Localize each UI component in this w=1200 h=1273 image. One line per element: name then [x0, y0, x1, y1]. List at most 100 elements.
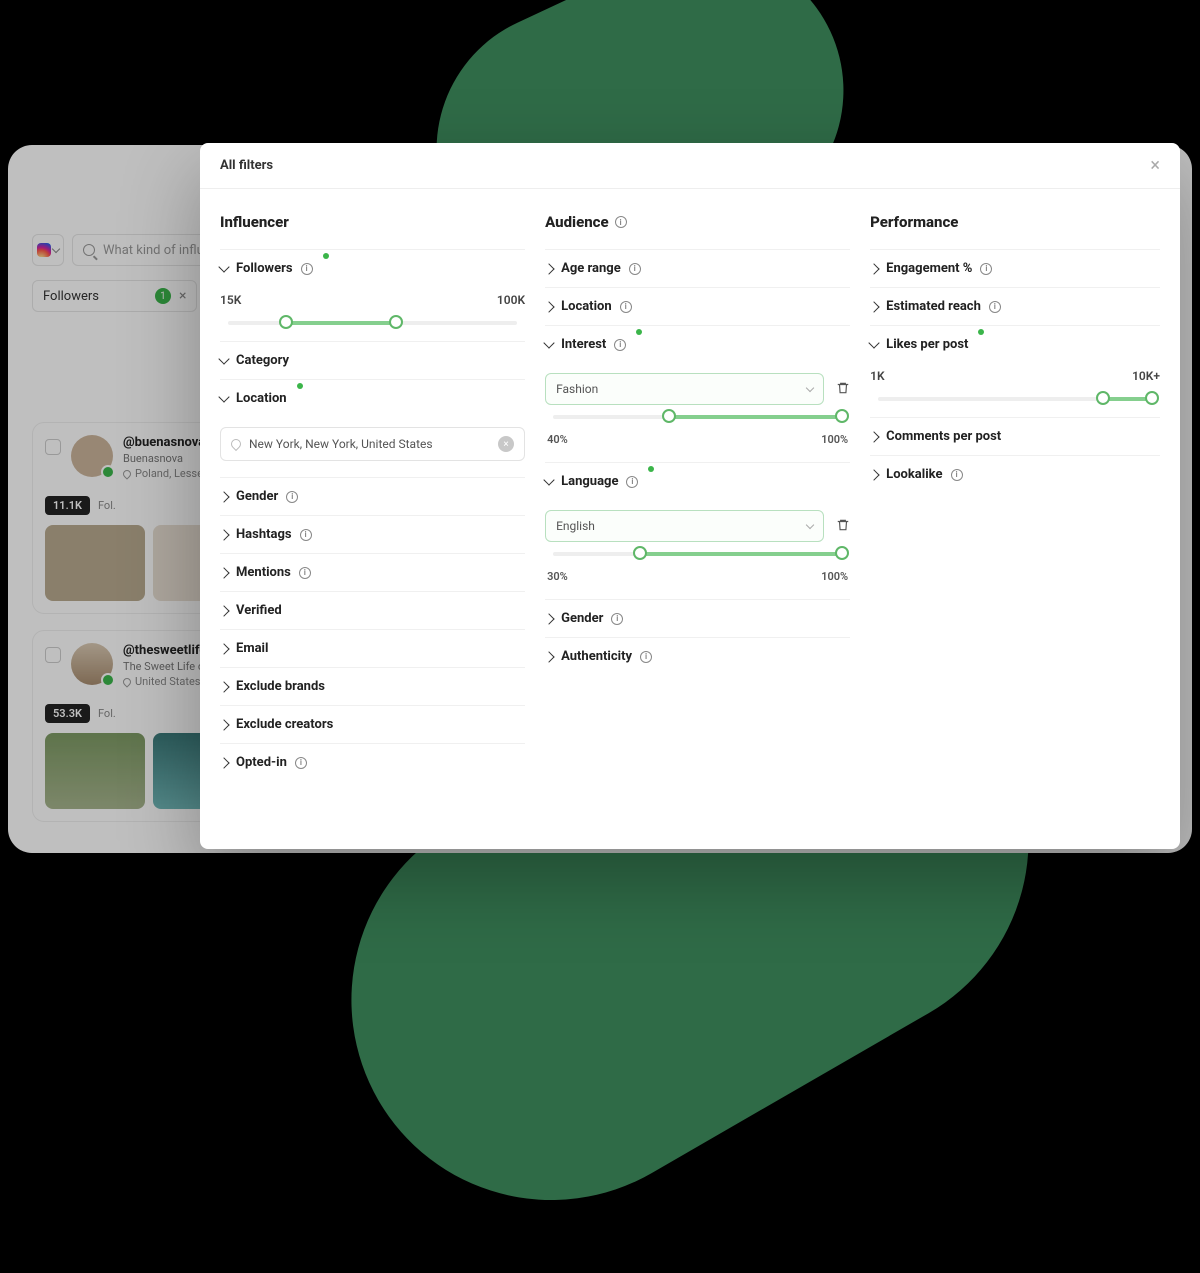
active-indicator [297, 383, 303, 389]
chevron-right-icon [218, 567, 229, 578]
verified-badge-icon [101, 673, 115, 687]
slider-handle-max[interactable] [835, 409, 849, 423]
filter-exclude-brands[interactable]: Exclude brands [220, 667, 525, 705]
chevron-right-icon [868, 469, 879, 480]
filter-followers[interactable]: Followers i [220, 249, 525, 287]
chip-label: Followers [43, 289, 99, 304]
slider-handle-min[interactable] [662, 409, 676, 423]
slider-handle-min[interactable] [279, 315, 293, 329]
filter-email[interactable]: Email [220, 629, 525, 667]
select-checkbox[interactable] [45, 647, 61, 663]
audience-column: Audience i Age range i Location i Intere… [545, 213, 850, 781]
platform-select[interactable] [32, 234, 64, 266]
close-icon[interactable]: × [179, 288, 186, 304]
pct-min: 40% [547, 433, 568, 446]
info-icon[interactable]: i [301, 263, 313, 275]
avatar [71, 643, 113, 685]
filter-category[interactable]: Category [220, 341, 525, 379]
filter-mentions[interactable]: Mentions i [220, 553, 525, 591]
chevron-right-icon [218, 643, 229, 654]
info-icon[interactable]: i [620, 301, 632, 313]
info-icon[interactable]: i [980, 263, 992, 275]
info-icon[interactable]: i [614, 339, 626, 351]
info-icon[interactable]: i [626, 476, 638, 488]
location-input[interactable]: New York, New York, United States × [220, 427, 525, 461]
filter-age-range[interactable]: Age range i [545, 249, 850, 287]
info-icon[interactable]: i [286, 491, 298, 503]
filter-authenticity[interactable]: Authenticity i [545, 637, 850, 675]
chevron-right-icon [218, 605, 229, 616]
pin-icon [229, 437, 243, 451]
chevron-down-icon [806, 384, 814, 392]
filter-language[interactable]: Language i [545, 462, 850, 500]
search-icon [83, 244, 95, 256]
influencer-column: Influencer Followers i 15K 100K [220, 213, 525, 781]
interest-select[interactable]: Fashion [545, 373, 824, 405]
chevron-right-icon [543, 613, 554, 624]
slider-handle-min[interactable] [633, 546, 647, 560]
language-select[interactable]: English [545, 510, 824, 542]
chevron-right-icon [868, 263, 879, 274]
filter-reach[interactable]: Estimated reach i [870, 287, 1160, 325]
chevron-right-icon [218, 757, 229, 768]
filter-chip-followers[interactable]: Followers 1 × [32, 280, 197, 312]
verified-badge-icon [101, 465, 115, 479]
followers-slider[interactable] [228, 321, 517, 325]
all-filters-modal: All filters × Influencer Followers i 15K… [200, 143, 1180, 849]
filter-opted-in[interactable]: Opted-in i [220, 743, 525, 781]
filter-likes[interactable]: Likes per post [870, 325, 1160, 363]
chevron-right-icon [543, 263, 554, 274]
filter-exclude-creators[interactable]: Exclude creators [220, 705, 525, 743]
filter-audience-location[interactable]: Location i [545, 287, 850, 325]
info-icon[interactable]: i [295, 757, 307, 769]
filter-hashtags[interactable]: Hashtags i [220, 515, 525, 553]
chevron-right-icon [868, 431, 879, 442]
chevron-down-icon [218, 261, 229, 272]
location-text: United States [135, 675, 200, 688]
follower-count-badge: 11.1K [45, 496, 90, 515]
select-checkbox[interactable] [45, 439, 61, 455]
info-icon[interactable]: i [640, 651, 652, 663]
slider-handle-min[interactable] [1096, 391, 1110, 405]
active-indicator [978, 329, 984, 335]
filter-engagement[interactable]: Engagement % i [870, 249, 1160, 287]
chevron-right-icon [868, 301, 879, 312]
post-thumbnail [45, 525, 145, 601]
slider-min: 15K [220, 293, 241, 307]
filter-lookalike[interactable]: Lookalike i [870, 455, 1160, 493]
filter-location[interactable]: Location [220, 379, 525, 417]
filter-audience-gender[interactable]: Gender i [545, 599, 850, 637]
filter-comments[interactable]: Comments per post [870, 417, 1160, 455]
filter-interest[interactable]: Interest i [545, 325, 850, 363]
delete-language-button[interactable] [836, 517, 850, 533]
chevron-right-icon [218, 529, 229, 540]
language-range-slider[interactable] [553, 552, 842, 556]
filter-verified[interactable]: Verified [220, 591, 525, 629]
avatar [71, 435, 113, 477]
chevron-right-icon [218, 719, 229, 730]
performance-column: Performance Engagement % i Estimated rea… [870, 213, 1160, 781]
section-title-audience: Audience i [545, 213, 850, 231]
info-icon[interactable]: i [300, 529, 312, 541]
info-icon[interactable]: i [629, 263, 641, 275]
filter-gender[interactable]: Gender i [220, 477, 525, 515]
pin-icon [121, 468, 132, 479]
close-button[interactable]: × [1150, 155, 1160, 176]
info-icon[interactable]: i [299, 567, 311, 579]
slider-max: 100K [497, 293, 525, 307]
chevron-right-icon [218, 681, 229, 692]
clear-location-button[interactable]: × [498, 436, 514, 452]
info-icon[interactable]: i [989, 301, 1001, 313]
chevron-down-icon [218, 353, 229, 364]
info-icon[interactable]: i [951, 469, 963, 481]
chevron-down-icon [543, 337, 554, 348]
info-icon[interactable]: i [611, 613, 623, 625]
chevron-down-icon [868, 337, 879, 348]
info-icon[interactable]: i [615, 216, 627, 228]
slider-handle-max[interactable] [835, 546, 849, 560]
slider-handle-max[interactable] [1145, 391, 1159, 405]
likes-slider[interactable] [878, 397, 1152, 401]
slider-handle-max[interactable] [389, 315, 403, 329]
delete-interest-button[interactable] [836, 380, 850, 396]
interest-range-slider[interactable] [553, 415, 842, 419]
